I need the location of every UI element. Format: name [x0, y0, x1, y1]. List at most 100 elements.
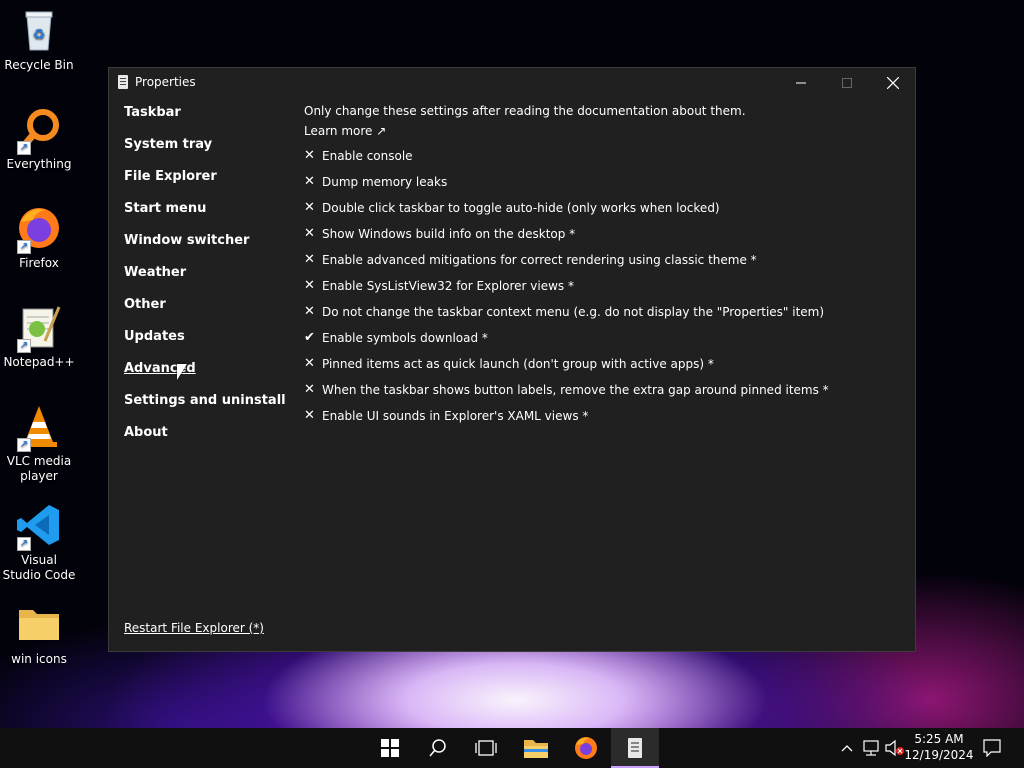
- network-icon: [863, 740, 879, 756]
- vlc-cone-icon: ↗: [15, 402, 63, 452]
- setting-label: Enable SysListView32 for Explorer views …: [322, 279, 574, 293]
- sidebar-item-window-switcher[interactable]: Window switcher: [124, 229, 294, 261]
- vscode-icon: ↗: [15, 501, 63, 551]
- notepad-plus-plus-icon: ↗: [15, 303, 63, 353]
- setting-advanced-mitigations[interactable]: ✕ Enable advanced mitigations for correc…: [304, 251, 904, 277]
- setting-label: Do not change the taskbar context menu (…: [322, 305, 825, 319]
- checkmark-icon: ✔: [304, 330, 315, 345]
- everything-icon: ↗: [15, 105, 63, 155]
- setting-label: Enable advanced mitigations for correct …: [322, 253, 757, 267]
- network-button[interactable]: [860, 728, 882, 768]
- sidebar-item-other[interactable]: Other: [124, 293, 294, 325]
- shortcut-arrow-icon: ↗: [17, 438, 31, 452]
- clock-date: 12/19/2024: [904, 748, 974, 762]
- sidebar-item-settings-and-uninstall[interactable]: Settings and uninstall: [124, 389, 294, 421]
- minimize-icon: [796, 82, 806, 84]
- setting-symbols-download[interactable]: ✔ Enable symbols download *: [304, 329, 904, 355]
- start-button[interactable]: [366, 728, 414, 768]
- sidebar-item-start-menu[interactable]: Start menu: [124, 197, 294, 229]
- unchecked-x-icon: ✕: [304, 278, 315, 293]
- advanced-settings-panel: Only change these settings after reading…: [304, 101, 904, 433]
- setting-pinned-quick-launch[interactable]: ✕ Pinned items act as quick launch (don'…: [304, 355, 904, 381]
- setting-remove-extra-gap[interactable]: ✕ When the taskbar shows button labels, …: [304, 381, 904, 407]
- task-view-button[interactable]: [462, 728, 510, 768]
- close-button[interactable]: [870, 68, 916, 98]
- properties-taskbar-button[interactable]: [611, 728, 659, 768]
- svg-text:♻: ♻: [33, 27, 46, 43]
- notification-icon: [983, 739, 1001, 757]
- unchecked-x-icon: ✕: [304, 304, 315, 319]
- sidebar-item-file-explorer[interactable]: File Explorer: [124, 165, 294, 197]
- desktop-icon-win-icons-folder[interactable]: win icons: [1, 600, 77, 667]
- window-titlebar[interactable]: Properties: [109, 68, 915, 98]
- sidebar-item-advanced[interactable]: Advanced: [124, 357, 294, 389]
- sidebar-item-about[interactable]: About: [124, 421, 294, 453]
- setting-label: Double click taskbar to toggle auto-hide…: [322, 201, 720, 215]
- setting-syslistview32[interactable]: ✕ Enable SysListView32 for Explorer view…: [304, 277, 904, 303]
- shortcut-arrow-icon: ↗: [17, 537, 31, 551]
- setting-label: Show Windows build info on the desktop *: [322, 227, 576, 241]
- show-hidden-icons-button[interactable]: [836, 728, 858, 768]
- sidebar-item-taskbar[interactable]: Taskbar: [124, 101, 294, 133]
- unchecked-x-icon: ✕: [304, 148, 315, 163]
- settings-sidebar: Taskbar System tray File Explorer Start …: [124, 101, 294, 453]
- desktop-icon-label: Firefox: [19, 256, 59, 270]
- chevron-up-icon: [841, 745, 853, 752]
- shortcut-arrow-icon: ↗: [17, 141, 31, 155]
- restart-file-explorer-link[interactable]: Restart File Explorer (*): [124, 621, 264, 635]
- taskbar: 5:25 AM 12/19/2024: [0, 728, 1024, 768]
- file-explorer-taskbar-button[interactable]: [512, 728, 560, 768]
- search-button[interactable]: [414, 728, 462, 768]
- setting-dump-memory-leaks[interactable]: ✕ Dump memory leaks: [304, 173, 904, 199]
- window-title: Properties: [135, 75, 196, 89]
- shortcut-arrow-icon: ↗: [17, 240, 31, 254]
- desktop-icon-label: Notepad++: [3, 355, 75, 369]
- learn-more-link[interactable]: Learn more ↗: [304, 121, 904, 141]
- setting-taskbar-context-menu[interactable]: ✕ Do not change the taskbar context menu…: [304, 303, 904, 329]
- unchecked-x-icon: ✕: [304, 200, 315, 215]
- desktop-icon-label: Recycle Bin: [4, 58, 74, 72]
- desktop-icon-notepad-plus-plus[interactable]: ↗ Notepad++: [1, 303, 77, 370]
- desktop-icon-label: Everything: [6, 157, 72, 171]
- clock[interactable]: 5:25 AM 12/19/2024: [900, 731, 978, 763]
- setting-label: Pinned items act as quick launch (don't …: [322, 357, 714, 371]
- setting-show-build-info[interactable]: ✕ Show Windows build info on the desktop…: [304, 225, 904, 251]
- close-icon: [887, 77, 899, 89]
- properties-app-icon: [628, 738, 642, 758]
- task-view-icon: [475, 740, 497, 756]
- desktop-icon-label: VLC media player: [6, 454, 72, 483]
- desktop-icon-label: Visual Studio Code: [2, 553, 76, 582]
- recycle-bin-icon: ♻: [15, 6, 63, 54]
- desktop-icon-everything[interactable]: ↗ Everything: [1, 105, 77, 172]
- unchecked-x-icon: ✕: [304, 252, 315, 267]
- sidebar-item-updates[interactable]: Updates: [124, 325, 294, 357]
- minimize-button[interactable]: [778, 68, 824, 98]
- desktop-icon-recycle-bin[interactable]: ♻ Recycle Bin: [1, 6, 77, 73]
- sidebar-item-weather[interactable]: Weather: [124, 261, 294, 293]
- firefox-icon: [575, 737, 597, 759]
- maximize-icon: [842, 78, 852, 88]
- firefox-taskbar-button[interactable]: [562, 728, 610, 768]
- unchecked-x-icon: ✕: [304, 356, 315, 371]
- setting-ui-sounds-xaml[interactable]: ✕ Enable UI sounds in Explorer's XAML vi…: [304, 407, 904, 433]
- desktop-icon-vscode[interactable]: ↗ Visual Studio Code: [1, 501, 77, 583]
- desktop-icon-firefox[interactable]: ↗ Firefox: [1, 204, 77, 271]
- folder-icon: [15, 600, 63, 648]
- folder-icon: [524, 740, 548, 758]
- setting-label: Dump memory leaks: [322, 175, 448, 189]
- sidebar-item-system-tray[interactable]: System tray: [124, 133, 294, 165]
- documentation-note: Only change these settings after reading…: [304, 104, 746, 118]
- maximize-button[interactable]: [824, 68, 870, 98]
- mouse-cursor-icon: [177, 364, 187, 380]
- desktop-icon-vlc[interactable]: ↗ VLC media player: [1, 402, 77, 484]
- windows-logo-icon: [381, 739, 399, 757]
- unchecked-x-icon: ✕: [304, 174, 315, 189]
- setting-double-click-auto-hide[interactable]: ✕ Double click taskbar to toggle auto-hi…: [304, 199, 904, 225]
- desktop-icon-label: win icons: [11, 652, 67, 666]
- shortcut-arrow-icon: ↗: [17, 339, 31, 353]
- search-icon: [429, 739, 446, 757]
- unchecked-x-icon: ✕: [304, 382, 315, 397]
- unchecked-x-icon: ✕: [304, 408, 315, 423]
- setting-enable-console[interactable]: ✕ Enable console: [304, 147, 904, 173]
- notifications-button[interactable]: [978, 728, 1006, 768]
